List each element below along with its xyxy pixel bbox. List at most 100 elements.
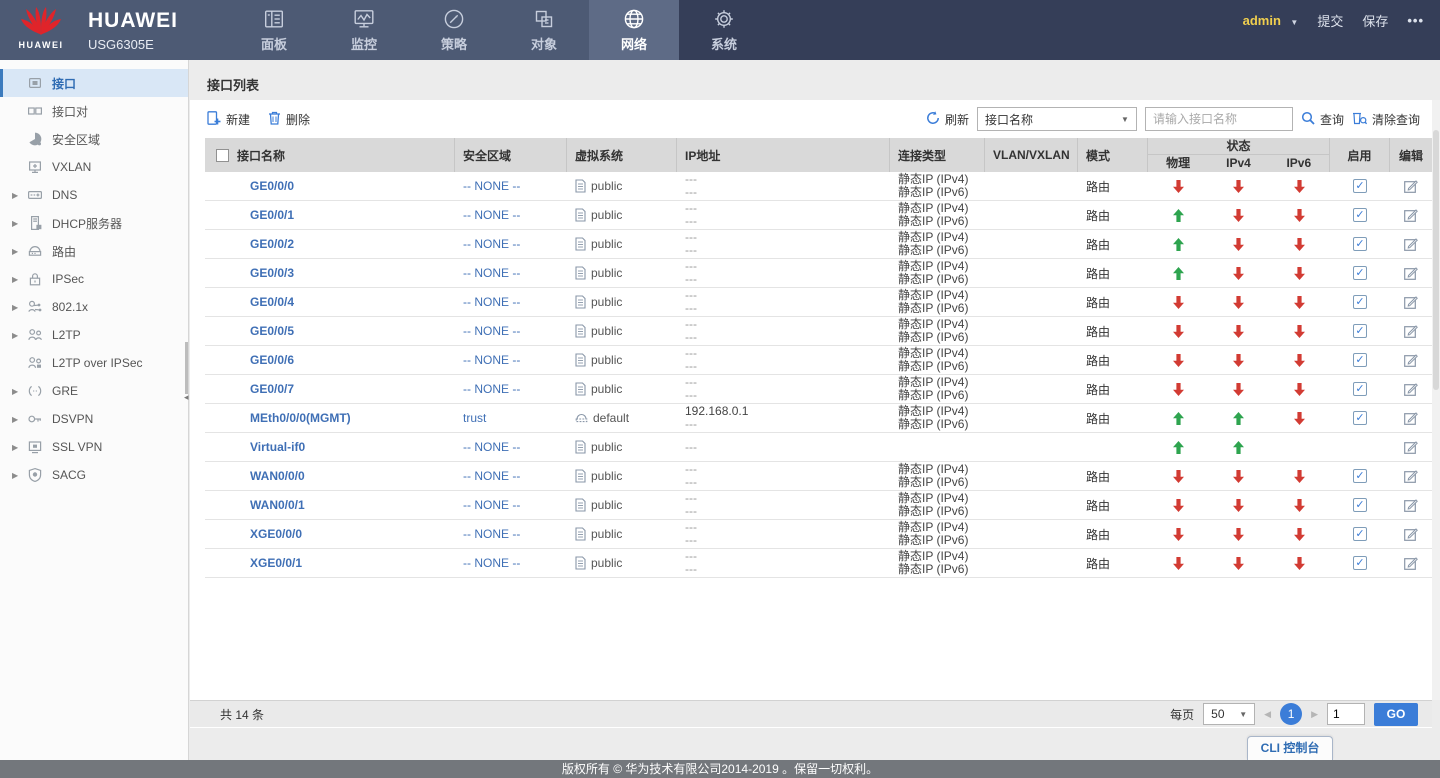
edit-button[interactable] [1404,353,1418,367]
next-page-button[interactable]: ▶ [1311,709,1318,720]
nav-tab-monitor[interactable]: 监控 [319,0,409,60]
enable-checkbox[interactable]: ✓ [1353,382,1367,396]
enable-checkbox[interactable]: ✓ [1353,266,1367,280]
page-scrollbar-thumb[interactable] [1433,130,1439,390]
page-1-button[interactable]: 1 [1280,703,1302,725]
enable-checkbox[interactable]: ✓ [1353,469,1367,483]
security-zone-link[interactable]: -- NONE -- [463,353,520,367]
expand-arrow-icon[interactable]: ▶ [12,387,27,396]
security-zone-link[interactable]: -- NONE -- [463,295,520,309]
new-button[interactable]: 新建 [207,111,250,128]
expand-arrow-icon[interactable]: ▶ [12,247,27,256]
sidebar-scrollbar[interactable] [185,342,188,394]
expand-arrow-icon[interactable]: ▶ [12,443,27,452]
enable-checkbox[interactable]: ✓ [1353,353,1367,367]
expand-arrow-icon[interactable]: ▶ [12,191,27,200]
sidebar-item-dns[interactable]: ▶DNS [0,181,188,209]
expand-arrow-icon[interactable]: ▶ [12,415,27,424]
commit-button[interactable]: 提交 [1317,11,1343,30]
prev-page-button[interactable]: ◀ [1264,709,1271,720]
sidebar-item-interface-pair[interactable]: 接口对 [0,97,188,125]
enable-checkbox[interactable]: ✓ [1353,498,1367,512]
clear-query-button[interactable]: 清除查询 [1352,111,1420,128]
save-button[interactable]: 保存 [1362,11,1388,30]
sidebar-item-sacg[interactable]: ▶SACG [0,461,188,489]
interface-name-link[interactable]: WAN0/0/1 [250,498,305,512]
enable-checkbox[interactable]: ✓ [1353,208,1367,222]
enable-checkbox[interactable]: ✓ [1353,411,1367,425]
interface-name-link[interactable]: Virtual-if0 [250,440,305,454]
more-menu-icon[interactable]: ••• [1407,13,1424,28]
page-number-input[interactable] [1327,703,1365,725]
interface-name-link[interactable]: GE0/0/4 [250,295,294,309]
go-button[interactable]: GO [1374,703,1418,726]
edit-button[interactable] [1404,440,1418,454]
expand-arrow-icon[interactable]: ▶ [12,219,27,228]
interface-name-link[interactable]: GE0/0/0 [250,179,294,193]
delete-button[interactable]: 删除 [268,111,310,128]
interface-name-link[interactable]: GE0/0/7 [250,382,294,396]
nav-tab-dashboard[interactable]: 面板 [229,0,319,60]
sidebar-item-dhcp-server[interactable]: ▶DHCP服务器 [0,209,188,237]
expand-arrow-icon[interactable]: ▶ [12,275,27,284]
interface-name-link[interactable]: GE0/0/2 [250,237,294,251]
security-zone-link[interactable]: -- NONE -- [463,469,520,483]
security-zone-link[interactable]: -- NONE -- [463,324,520,338]
security-zone-link[interactable]: -- NONE -- [463,527,520,541]
select-all-checkbox[interactable] [216,149,229,162]
security-zone-link[interactable]: -- NONE -- [463,208,520,222]
enable-checkbox[interactable]: ✓ [1353,527,1367,541]
page-scrollbar[interactable] [1432,100,1440,700]
security-zone-link[interactable]: -- NONE -- [463,498,520,512]
edit-button[interactable] [1404,382,1418,396]
expand-arrow-icon[interactable]: ▶ [12,331,27,340]
interface-name-link[interactable]: XGE0/0/0 [250,527,302,541]
sidebar-item-ipsec[interactable]: ▶IPSec [0,265,188,293]
sidebar-item-gre[interactable]: ▶GRE [0,377,188,405]
nav-tab-object[interactable]: 对象 [499,0,589,60]
filter-field-select[interactable]: 接口名称 ▼ [977,107,1137,131]
nav-tab-system[interactable]: 系统 [679,0,769,60]
interface-name-link[interactable]: XGE0/0/1 [250,556,302,570]
edit-button[interactable] [1404,411,1418,425]
per-page-select[interactable]: 50 ▼ [1203,703,1255,725]
security-zone-link[interactable]: -- NONE -- [463,382,520,396]
sidebar-collapse-handle[interactable]: ◂ [184,390,195,404]
security-zone-link[interactable]: -- NONE -- [463,179,520,193]
edit-button[interactable] [1404,266,1418,280]
sidebar-item-l2tp-over-ipsec[interactable]: L2TP over IPSec [0,349,188,377]
nav-tab-policy[interactable]: 策略 [409,0,499,60]
edit-button[interactable] [1404,208,1418,222]
sidebar-item-security-zone[interactable]: 安全区域 [0,125,188,153]
sidebar-item-802-1x[interactable]: ▶802.1x [0,293,188,321]
security-zone-link[interactable]: -- NONE -- [463,237,520,251]
interface-name-link[interactable]: MEth0/0/0(MGMT) [250,411,351,425]
edit-button[interactable] [1404,295,1418,309]
refresh-button[interactable]: 刷新 [926,111,969,128]
enable-checkbox[interactable]: ✓ [1353,237,1367,251]
edit-button[interactable] [1404,237,1418,251]
edit-button[interactable] [1404,556,1418,570]
edit-button[interactable] [1404,527,1418,541]
security-zone-link[interactable]: -- NONE -- [463,556,520,570]
security-zone-link[interactable]: trust [463,411,486,425]
sidebar-item-vxlan[interactable]: VXLAN [0,153,188,181]
edit-button[interactable] [1404,179,1418,193]
interface-name-link[interactable]: GE0/0/6 [250,353,294,367]
sidebar-item-route[interactable]: ▶路由 [0,237,188,265]
sidebar-item-l2tp[interactable]: ▶L2TP [0,321,188,349]
enable-checkbox[interactable]: ✓ [1353,179,1367,193]
interface-name-link[interactable]: WAN0/0/0 [250,469,305,483]
admin-menu[interactable]: admin ▼ [1243,12,1299,30]
sidebar-item-interface[interactable]: 接口 [0,69,188,97]
interface-name-input[interactable] [1145,107,1293,131]
expand-arrow-icon[interactable]: ▶ [12,303,27,312]
edit-button[interactable] [1404,498,1418,512]
interface-name-link[interactable]: GE0/0/3 [250,266,294,280]
interface-name-link[interactable]: GE0/0/5 [250,324,294,338]
query-button[interactable]: 查询 [1301,111,1344,128]
security-zone-link[interactable]: -- NONE -- [463,266,520,280]
security-zone-link[interactable]: -- NONE -- [463,440,520,454]
edit-button[interactable] [1404,469,1418,483]
enable-checkbox[interactable]: ✓ [1353,295,1367,309]
